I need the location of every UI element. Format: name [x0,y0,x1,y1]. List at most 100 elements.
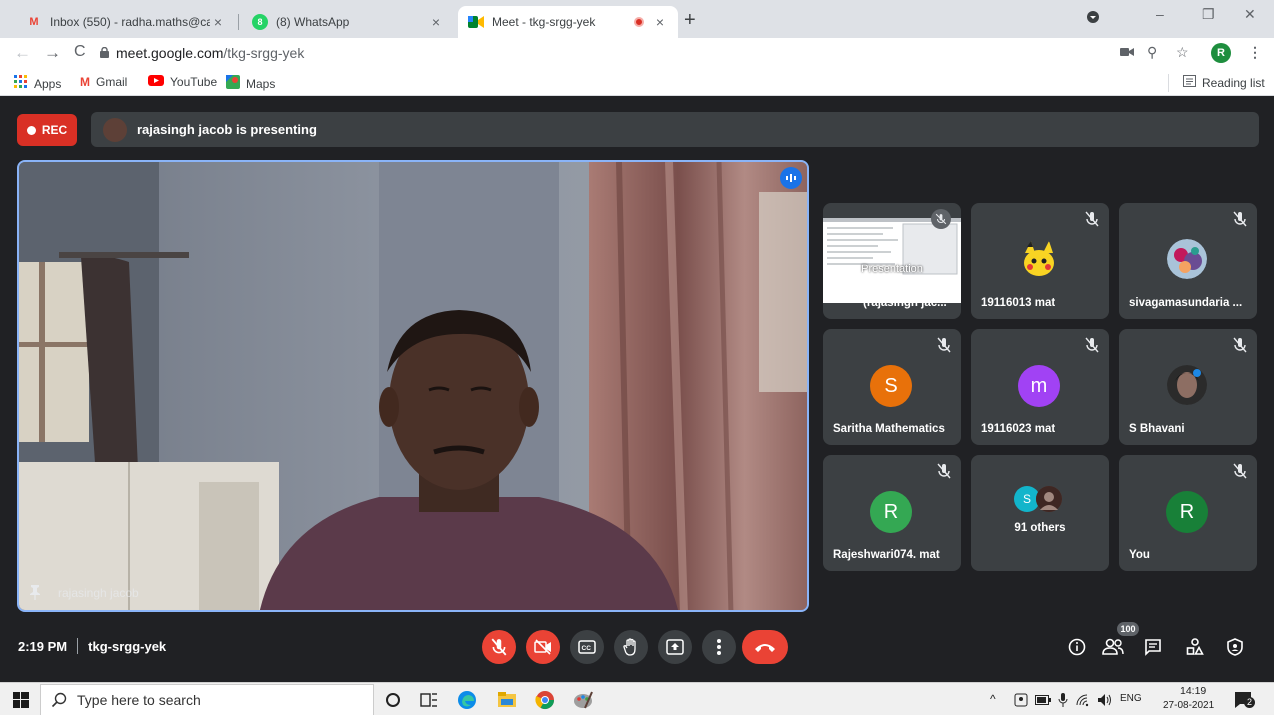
reading-list-button[interactable]: Reading list [1183,75,1265,90]
presenter-video[interactable] [17,160,809,612]
chat-button[interactable] [1140,634,1166,660]
close-tab-icon[interactable]: × [428,14,444,30]
tile-self[interactable]: R You [1119,455,1257,571]
cortana-icon[interactable] [382,689,404,711]
more-vert-icon [717,639,721,655]
windows-taskbar: Type here to search ^ ENG 14:19 27-08-20… [0,682,1274,715]
lock-icon[interactable] [100,47,109,58]
volume-icon[interactable] [1094,689,1116,711]
bookmark-label: Maps [246,76,276,91]
close-tab-icon[interactable]: × [210,14,226,30]
reload-icon[interactable]: C [74,43,86,61]
presentation-overlay-label: Presentation [861,263,923,275]
profile-avatar[interactable]: R [1211,43,1231,63]
others-label: 91 others [1014,522,1066,534]
presenter-name-label: rajasingh jacob [58,586,139,600]
muted-mic-icon [1233,211,1247,227]
host-controls-button[interactable] [1222,634,1248,660]
forward-icon[interactable]: → [44,43,61,63]
tab-title: Inbox (550) - radha.maths@cauv [50,15,210,29]
restore-icon[interactable]: ❐ [1202,6,1215,23]
recording-badge[interactable]: REC [17,114,77,146]
tile-participant[interactable]: m 19116023 mat [971,329,1109,445]
raise-hand-button[interactable] [614,630,648,664]
taskbar-search-input[interactable]: Type here to search [40,684,374,715]
search-icon [51,692,67,708]
meeting-details-button[interactable] [1064,634,1090,660]
task-view-icon[interactable] [418,689,440,711]
clock-time[interactable]: 14:19 [1180,685,1206,697]
tile-others[interactable]: S 91 others [971,455,1109,571]
presenting-text: rajasingh jacob is presenting [137,122,317,137]
new-tab-button[interactable]: + [684,9,696,32]
edge-browser-icon[interactable] [456,689,478,711]
tile-participant[interactable]: sivagamasundaria ... [1119,203,1257,319]
meeting-info: 2:19 PM tkg-srgg-yek [18,638,166,654]
tray-overflow-icon[interactable]: ^ [990,692,996,706]
bookmark-label: Gmail [96,75,128,89]
profile-menu-icon[interactable] [1086,10,1100,27]
presenting-banner: rajasingh jacob is presenting [91,112,1259,147]
bookmark-youtube[interactable]: YouTube [148,75,217,89]
bookmark-maps[interactable]: Maps [226,75,275,92]
tile-name: 19116013 mat [981,297,1056,309]
tab-whatsapp[interactable]: 8 (8) WhatsApp × [242,6,454,38]
zoom-icon[interactable]: ⚲ [1147,44,1157,61]
bookmarks-bar: Apps M Gmail YouTube Maps Reading list [0,70,1274,96]
close-tab-icon[interactable]: × [652,14,668,30]
people-button[interactable] [1100,634,1126,660]
people-icon [1102,638,1124,655]
language-indicator[interactable]: ENG [1120,693,1142,704]
close-window-icon[interactable]: ✕ [1244,6,1256,23]
tile-participant[interactable]: S Bhavani [1119,329,1257,445]
leave-call-button[interactable] [742,630,788,664]
muted-mic-icon [1085,211,1099,227]
paint-app-icon[interactable] [572,689,594,711]
minimize-icon[interactable]: – [1156,6,1164,22]
clock-date[interactable]: 27-08-2021 [1163,700,1214,711]
meeting-code[interactable]: tkg-srgg-yek [88,639,166,654]
muted-mic-icon [937,463,951,479]
participant-avatar [1167,365,1207,405]
bookmark-apps[interactable]: Apps [14,75,61,92]
camera-off-button[interactable] [526,630,560,664]
tile-participant[interactable]: 19116013 mat [971,203,1109,319]
search-placeholder: Type here to search [77,692,201,708]
tile-participant[interactable]: S Saritha Mathematics [823,329,961,445]
info-icon [1068,638,1086,656]
battery-icon[interactable] [1032,689,1054,711]
camera-in-use-icon[interactable] [1120,44,1134,60]
presentation-thumbnail [823,218,961,303]
bookmark-gmail[interactable]: M Gmail [80,75,127,89]
chat-icon [1145,639,1161,656]
more-options-button[interactable] [702,630,736,664]
back-icon[interactable]: ← [14,43,31,63]
mic-off-button[interactable] [482,630,516,664]
chrome-icon[interactable] [534,689,556,711]
rec-label: REC [41,123,68,137]
others-avatar-group: S [1014,486,1062,512]
pin-icon[interactable] [28,584,42,600]
meeting-time: 2:19 PM [18,638,68,654]
tile-name: You [1129,549,1150,561]
tab-gmail[interactable]: M Inbox (550) - radha.maths@cauv × [16,6,236,38]
tile-name: (rajasingh jac... [863,297,947,309]
activities-button[interactable] [1182,634,1208,660]
tab-meet[interactable]: Meet - tkg-srgg-yek × [458,6,678,38]
microphone-tray-icon[interactable] [1052,689,1074,711]
meet-now-icon[interactable] [1010,689,1032,711]
file-explorer-icon[interactable] [496,689,518,711]
mic-off-icon [491,638,507,656]
tile-participant[interactable]: R Rajeshwari074. mat [823,455,961,571]
tile-presentation[interactable]: Presentation (rajasingh jac... [823,203,961,319]
notifications-icon[interactable]: 2 [1232,689,1255,711]
bookmark-label: YouTube [170,75,218,89]
bookmark-star-icon[interactable]: ☆ [1176,44,1189,61]
captions-icon: CC [578,640,596,654]
address-bar[interactable]: meet.google.com/tkg-srgg-yek [116,45,304,61]
present-now-button[interactable] [658,630,692,664]
windows-start-icon[interactable] [10,689,32,711]
wifi-icon[interactable] [1072,689,1094,711]
captions-button[interactable]: CC [570,630,604,664]
chrome-menu-icon[interactable]: ⋮ [1248,44,1262,61]
